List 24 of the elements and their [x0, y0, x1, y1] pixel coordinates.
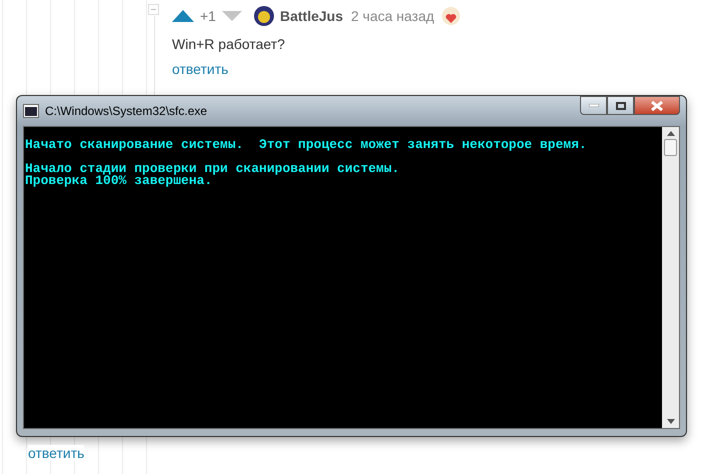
- scroll-thumb[interactable]: [664, 139, 677, 156]
- avatar: [254, 6, 274, 26]
- maximize-button[interactable]: [607, 96, 634, 115]
- scrollbar[interactable]: [662, 127, 679, 428]
- upvote-icon[interactable]: [172, 10, 194, 22]
- console-app-icon: [23, 104, 39, 118]
- comment-time: 2 часа назад: [351, 8, 434, 24]
- maximize-icon: [616, 102, 626, 110]
- console-line: Начало стадии проверки при сканировании системы.: [25, 163, 400, 175]
- window-title: C:\Windows\System32\sfc.exe: [45, 104, 208, 118]
- author-name[interactable]: BattleJus: [280, 8, 343, 24]
- badge-icon: [441, 6, 462, 26]
- scroll-down-icon[interactable]: [666, 419, 674, 424]
- console-line: Начато сканирование системы. Этот процесс может занять некоторое время.: [25, 139, 588, 151]
- close-icon: [651, 100, 663, 110]
- minimize-button[interactable]: [580, 96, 607, 115]
- close-button[interactable]: [634, 96, 680, 115]
- reply-link[interactable]: ответить: [28, 445, 84, 461]
- scroll-up-icon[interactable]: [666, 131, 674, 136]
- minimize-icon: [588, 104, 598, 107]
- comment-text: Win+R работает?: [172, 36, 286, 52]
- reply-link[interactable]: ответить: [172, 61, 228, 77]
- console-line: Проверка 100% завершена.: [25, 175, 212, 187]
- vote-score: +1: [200, 8, 216, 24]
